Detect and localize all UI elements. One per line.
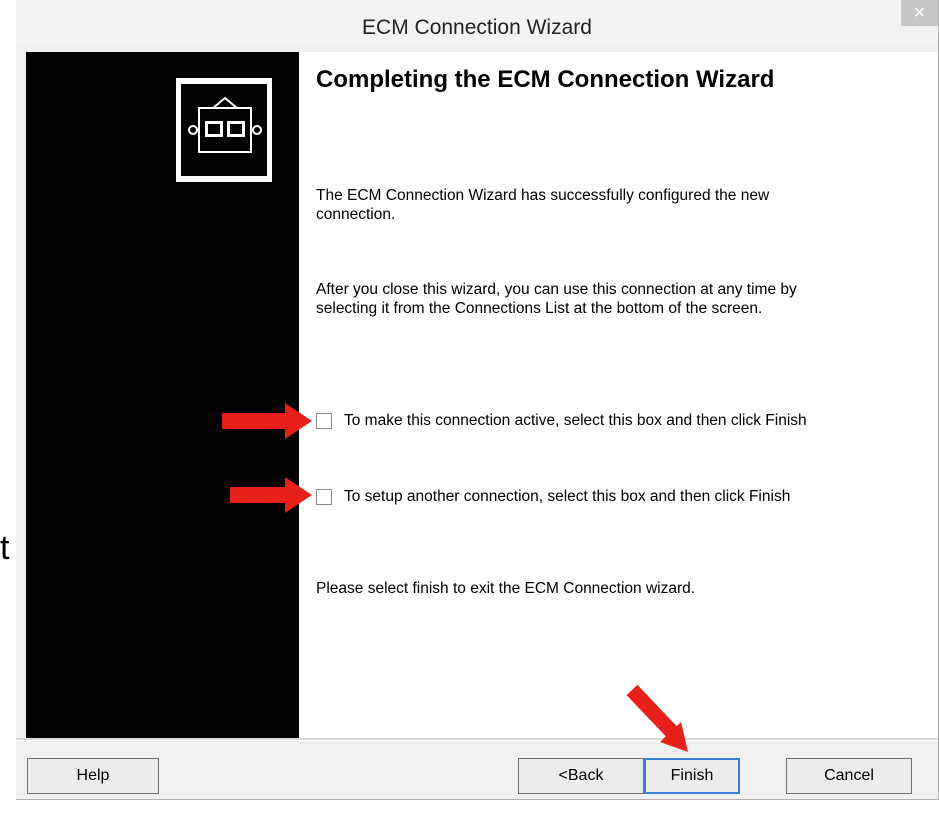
ecm-connector-icon <box>176 78 272 182</box>
wizard-sidebar <box>26 52 299 738</box>
button-separator <box>16 738 938 741</box>
cancel-button[interactable]: Cancel <box>786 758 912 794</box>
success-message: The ECM Connection Wizard has successful… <box>316 187 770 223</box>
background-text-fragment: t <box>0 529 10 567</box>
close-button[interactable]: × <box>901 0 938 26</box>
setup-another-checkbox[interactable] <box>316 489 332 505</box>
help-button[interactable]: Help <box>27 758 159 794</box>
window-title: ECM Connection Wizard <box>362 16 592 39</box>
make-active-label[interactable]: To make this connection active, select t… <box>344 411 834 430</box>
page-title: Completing the ECM Connection Wizard <box>316 66 775 93</box>
make-active-checkbox[interactable] <box>316 413 332 429</box>
finish-button[interactable]: Finish <box>644 758 740 794</box>
wizard-dialog: ECM Connection Wizard × Completing the E… <box>16 0 939 800</box>
back-button[interactable]: <Back <box>518 758 644 794</box>
wizard-main-panel: Completing the ECM Connection Wizard The… <box>316 52 926 738</box>
finish-instruction: Please select finish to exit the ECM Con… <box>316 580 696 597</box>
setup-another-label[interactable]: To setup another connection, select this… <box>344 487 834 506</box>
wizard-content: Completing the ECM Connection Wizard The… <box>26 52 938 738</box>
usage-message: After you close this wizard, you can use… <box>316 281 797 317</box>
title-bar: ECM Connection Wizard × <box>16 0 938 46</box>
